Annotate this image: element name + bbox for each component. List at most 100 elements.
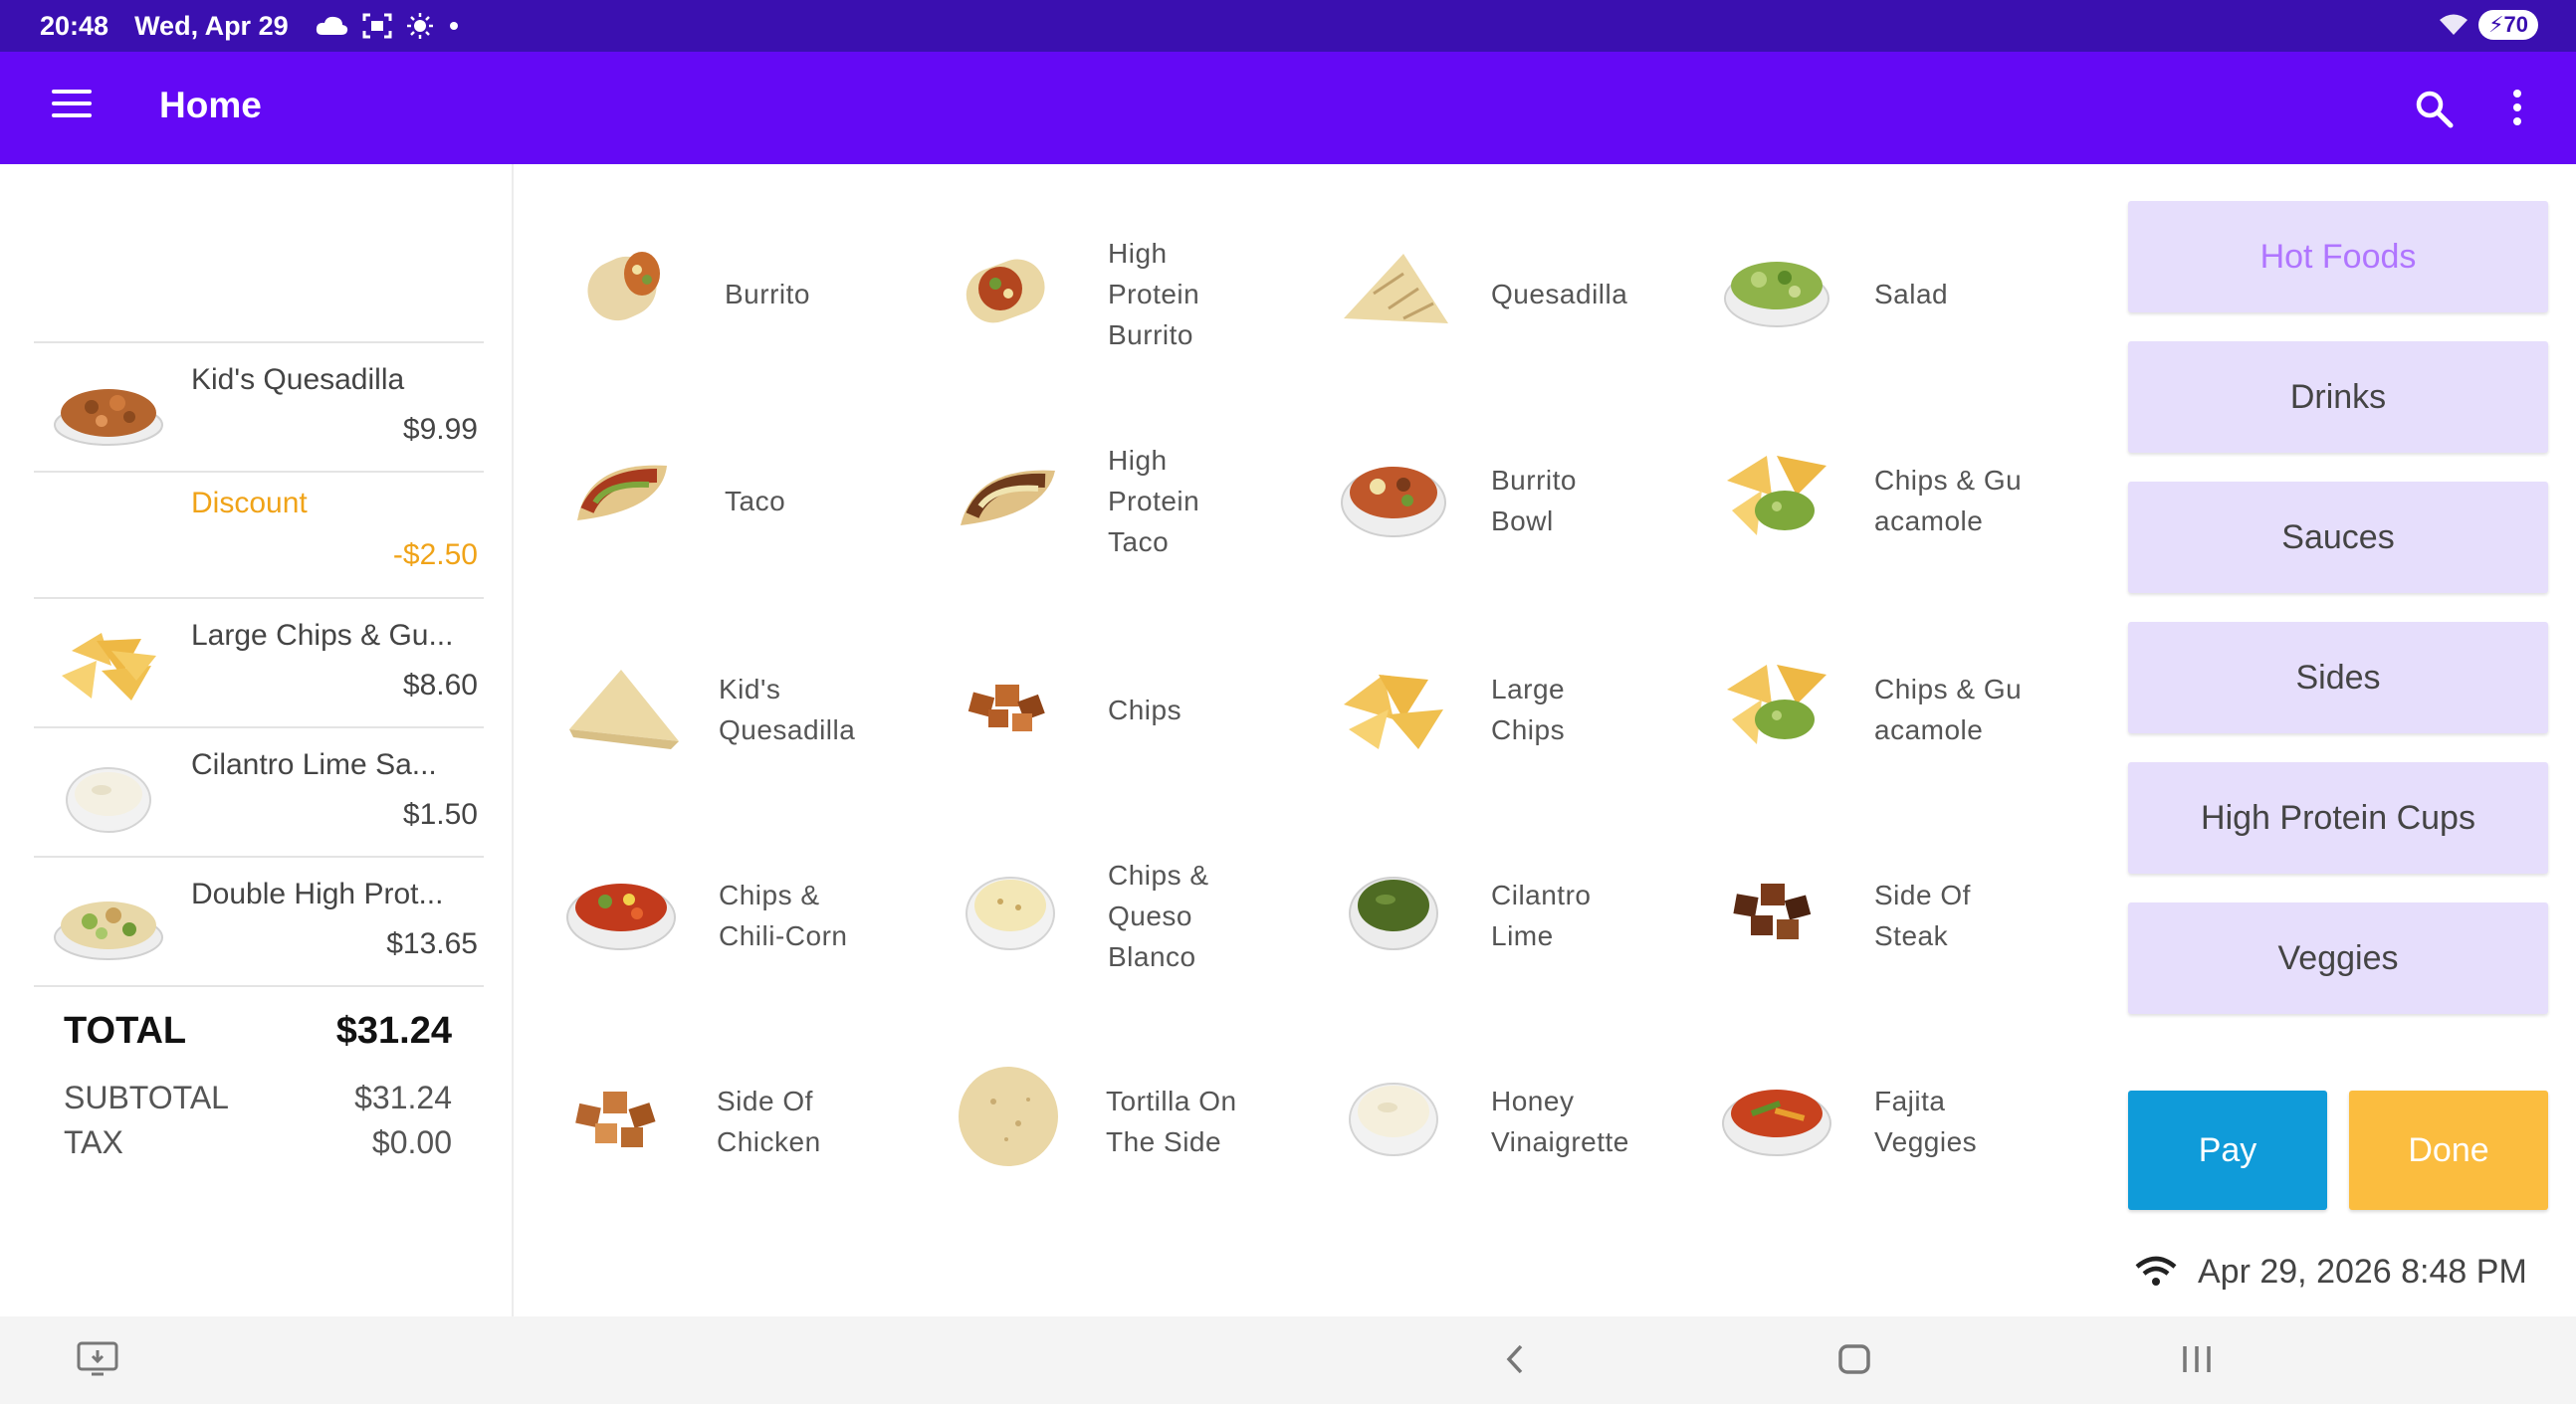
queso-cup-icon [966, 877, 1055, 950]
recents-icon[interactable] [2180, 1340, 2214, 1378]
page-title: Home [159, 85, 262, 125]
product-burrito-bowl[interactable]: Burrito Bowl [1304, 401, 1682, 600]
quesadilla-icon [569, 670, 679, 749]
home-icon[interactable] [1837, 1340, 1871, 1378]
product-chips-queso-blanco[interactable]: Chips & Queso Blanco [921, 816, 1299, 1015]
product-label: Chips & Gu acamole [1874, 674, 2023, 745]
category-sides[interactable]: Sides [2128, 622, 2548, 733]
product-honey-vinaigrette[interactable]: Honey Vinaigrette [1304, 1022, 1682, 1221]
more-options-icon[interactable] [2502, 86, 2532, 129]
taco-icon [961, 470, 1055, 525]
product-label: Kid's Quesadilla [719, 674, 856, 745]
category-drinks[interactable]: Drinks [2128, 341, 2548, 453]
product-label: Cilantro Lime [1491, 880, 1592, 951]
product-tortilla-on-the-side[interactable]: Tortilla On The Side [919, 1022, 1297, 1221]
battery-indicator: ⚡70 [2478, 10, 2538, 40]
burrito-icon [966, 259, 1045, 323]
total-label: TOTAL [64, 1010, 187, 1052]
status-time: 20:48 [40, 10, 109, 41]
category-high-protein-cups[interactable]: High Protein Cups [2128, 762, 2548, 874]
discount-label: Discount [191, 487, 308, 519]
pos-app: 20:48 Wed, Apr 29 ⚡70 Home Kid's Quesadi… [0, 0, 2576, 1404]
order-line-price: $13.65 [386, 927, 478, 960]
product-burrito[interactable]: Burrito [537, 194, 916, 393]
product-taco[interactable]: Taco [537, 401, 916, 600]
order-line-name: Large Chips & Gu... [191, 619, 454, 652]
chips-guacamole-icon [1727, 456, 1826, 535]
menu-icon[interactable] [52, 90, 92, 125]
product-label: Honey Vinaigrette [1491, 1086, 1629, 1157]
product-grid: Burrito High Protein Burrito Quesadilla … [518, 164, 2090, 1316]
chips-icon [62, 633, 156, 701]
order-line[interactable]: Double High Prot... $13.65 [34, 856, 484, 985]
product-label: Burrito Bowl [1491, 465, 1577, 536]
done-button[interactable]: Done [2349, 1091, 2548, 1210]
product-label: Fajita Veggies [1874, 1086, 1978, 1157]
search-icon[interactable] [2413, 88, 2455, 129]
order-discount-line[interactable]: Discount -$2.50 [34, 471, 484, 600]
status-bar: 20:48 Wed, Apr 29 ⚡70 [0, 0, 2576, 52]
cloud-icon [316, 16, 347, 35]
product-label: Side Of Steak [1874, 880, 1971, 951]
order-line[interactable]: Kid's Quesadilla $9.99 [34, 341, 484, 471]
pay-button[interactable]: Pay [2128, 1091, 2327, 1210]
product-side-of-steak[interactable]: Side Of Steak [1687, 816, 2065, 1015]
sauce-cup-icon [1349, 877, 1438, 950]
product-chips[interactable]: Chips [921, 610, 1299, 809]
product-label: Large Chips [1491, 674, 1566, 745]
product-salad[interactable]: Salad [1687, 194, 2065, 393]
bowl-icon [566, 884, 676, 950]
datetime-text: Apr 29, 2026 8:48 PM [2198, 1252, 2527, 1291]
order-line-name: Double High Prot... [191, 878, 444, 910]
order-line-name: Kid's Quesadilla [191, 363, 405, 396]
status-date: Wed, Apr 29 [134, 10, 289, 41]
system-nav-bar [0, 1316, 2576, 1404]
total-value: $31.24 [335, 1010, 452, 1052]
connection-clock: Apr 29, 2026 8:48 PM [2134, 1250, 2552, 1294]
order-line[interactable]: Large Chips & Gu... $8.60 [34, 597, 484, 726]
order-line-price: $9.99 [402, 413, 478, 446]
order-line-price: $8.60 [402, 669, 478, 702]
order-line-name: Cilantro Lime Sa... [191, 748, 437, 781]
product-label: Chips & Gu acamole [1874, 465, 2023, 536]
product-quesadilla[interactable]: Quesadilla [1304, 194, 1682, 393]
product-label: Burrito [725, 278, 810, 309]
wifi-status-icon [2440, 14, 2469, 35]
product-label: High Protein Taco [1108, 444, 1200, 557]
totals-divider [34, 985, 484, 987]
chips-guacamole-icon [1727, 665, 1826, 744]
back-icon[interactable] [1503, 1340, 1527, 1378]
product-label: Chips [1108, 694, 1182, 725]
product-kids-quesadilla[interactable]: Kid's Quesadilla [532, 610, 910, 809]
veggie-bowl-icon [1722, 1090, 1831, 1156]
screen-icon[interactable] [76, 1340, 119, 1378]
steak-icon [1733, 884, 1812, 939]
product-chips-chili-corn[interactable]: Chips & Chili-Corn [532, 816, 910, 1015]
quesadilla-bowl-icon [54, 389, 163, 446]
wifi-icon [2135, 1256, 2177, 1286]
product-label: Salad [1874, 278, 1949, 309]
category-sauces[interactable]: Sauces [2128, 482, 2548, 593]
chips-icon [1344, 675, 1443, 749]
brightness-icon [406, 13, 433, 39]
product-cilantro-lime[interactable]: Cilantro Lime [1304, 816, 1682, 1015]
product-chips-guacamole[interactable]: Chips & Gu acamole [1687, 401, 2065, 600]
burrito-bowl-icon [1341, 467, 1446, 537]
product-label: Quesadilla [1491, 278, 1628, 309]
meat-chunks-icon [967, 685, 1045, 731]
order-line-price: $1.50 [402, 798, 478, 831]
screen-capture-icon [362, 13, 392, 39]
product-high-protein-taco[interactable]: High Protein Taco [921, 401, 1299, 600]
product-large-chips[interactable]: Large Chips [1304, 610, 1682, 809]
tax-label: TAX [64, 1124, 123, 1160]
product-fajita-veggies[interactable]: Fajita Veggies [1687, 1022, 2065, 1221]
product-label: Chips & Queso Blanco [1108, 859, 1209, 972]
product-high-protein-burrito[interactable]: High Protein Burrito [921, 194, 1299, 393]
tortilla-icon [959, 1067, 1058, 1166]
product-side-of-chicken[interactable]: Side Of Chicken [530, 1022, 908, 1221]
product-chips-guacamole-2[interactable]: Chips & Gu acamole [1687, 610, 2065, 809]
category-hot-foods[interactable]: Hot Foods [2128, 201, 2548, 312]
order-line[interactable]: Cilantro Lime Sa... $1.50 [34, 726, 484, 856]
product-label: Taco [725, 485, 786, 516]
category-veggies[interactable]: Veggies [2128, 903, 2548, 1014]
